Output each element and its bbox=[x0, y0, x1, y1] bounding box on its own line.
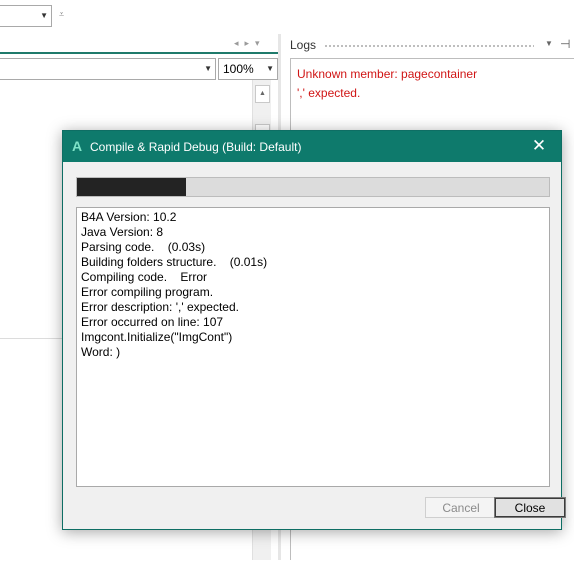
pin-icon[interactable]: ⊣ bbox=[560, 37, 570, 51]
close-button[interactable]: Close bbox=[494, 497, 566, 518]
output-line: Error description: ',' expected. bbox=[81, 300, 239, 314]
output-line: Imgcont.Initialize("ImgCont") bbox=[81, 330, 233, 344]
editor-tab-line bbox=[0, 52, 280, 54]
compile-dialog: A Compile & Rapid Debug (Build: Default)… bbox=[62, 130, 566, 530]
output-line: B4A Version: 10.2 bbox=[81, 210, 177, 224]
close-icon[interactable]: ✕ bbox=[517, 131, 561, 162]
nav-arrows-icon[interactable]: ◂▸▾ bbox=[234, 38, 266, 49]
bottom-area bbox=[0, 560, 574, 587]
dialog-title-bar[interactable]: A Compile & Rapid Debug (Build: Default)… bbox=[63, 131, 561, 162]
dialog-title: Compile & Rapid Debug (Build: Default) bbox=[90, 140, 302, 154]
output-line: Error compiling program. bbox=[81, 285, 214, 299]
dropdown-arrow-icon: ▼ bbox=[266, 64, 274, 73]
scroll-up-icon[interactable]: ▲ bbox=[255, 85, 270, 103]
log-entry: ',' expected. bbox=[297, 86, 361, 100]
progress-bar bbox=[76, 177, 550, 197]
cancel-button[interactable]: Cancel bbox=[425, 497, 497, 518]
logs-drag-grip[interactable] bbox=[324, 44, 534, 48]
overflow-icon[interactable]: ⩡ bbox=[59, 9, 64, 20]
zoom-value: 100% bbox=[223, 62, 254, 76]
output-line: Java Version: 8 bbox=[81, 225, 164, 239]
toolbar: ▼ ⩡ bbox=[0, 0, 574, 34]
logs-title: Logs bbox=[290, 38, 317, 52]
output-line: Error occurred on line: 107 bbox=[81, 315, 224, 329]
progress-fill bbox=[77, 178, 186, 196]
compile-output[interactable]: B4A Version: 10.2 Java Version: 8 Parsing … bbox=[76, 207, 550, 487]
output-line: Building folders structure. (0.01s) bbox=[81, 255, 268, 269]
dropdown-arrow-icon[interactable]: ▼ bbox=[545, 39, 553, 48]
dropdown-arrow-icon: ▼ bbox=[204, 64, 212, 73]
output-line: Word: ) bbox=[81, 345, 121, 359]
output-line: Compiling code. Error bbox=[81, 270, 208, 284]
app-logo-icon: A bbox=[72, 138, 83, 154]
output-line: Parsing code. (0.03s) bbox=[81, 240, 206, 254]
toolbar-combo[interactable]: ▼ bbox=[0, 5, 52, 27]
dropdown-arrow-icon: ▼ bbox=[40, 11, 48, 20]
log-entry: Unknown member: pagecontainer bbox=[297, 67, 478, 81]
logs-header: Logs ▼ ⊣ bbox=[284, 34, 574, 56]
member-combo[interactable]: ▼ bbox=[0, 58, 216, 80]
zoom-combo[interactable]: 100% ▼ bbox=[218, 58, 278, 80]
